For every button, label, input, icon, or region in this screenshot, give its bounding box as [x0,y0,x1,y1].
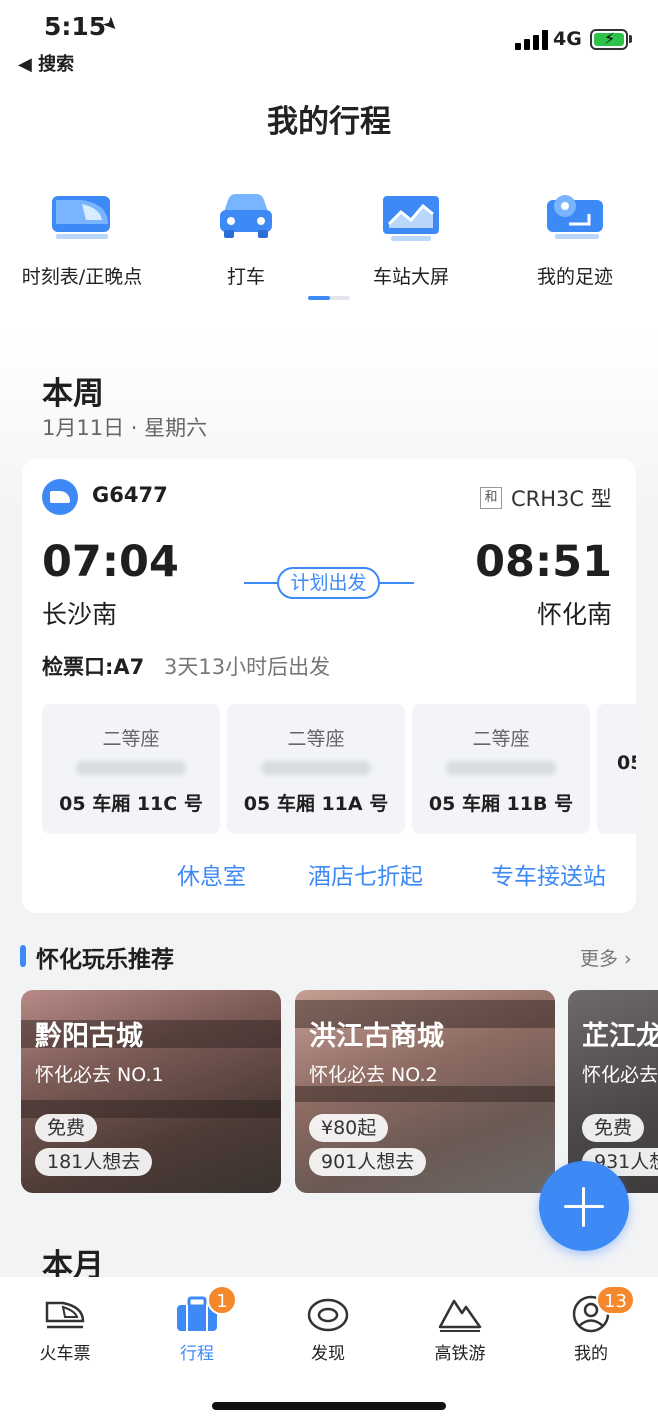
lounge-link[interactable]: 休息室 [177,857,246,891]
seat-position: 05 车厢 11C 号 [59,793,203,815]
quick-entry-station-screen[interactable]: 车站大屏 [331,190,491,289]
place-card[interactable]: 洪江古商城 怀化必去 NO.2 ¥80起 901人想去 [295,990,555,1193]
quick-entry-taxi[interactable]: 打车 [166,190,326,289]
trip-card[interactable]: G6477 和 CRH3C 型 07:04 08:51 计划出发 长沙南 怀化南… [22,459,636,913]
seat-class: 二等座 [472,728,530,750]
trip-status-badge: 计划出发 [277,567,380,599]
page-title: 我的行程 [267,104,391,140]
trip-date: 1月11日 · 星期六 [42,416,208,440]
seat-card[interactable]: 二等座 05 车厢 11B 号 [412,704,590,834]
train-ticket-icon [43,1295,87,1333]
place-want-count: 901人想去 [309,1148,427,1176]
quick-entries: 时刻表/正晚点 打车 车站大屏 我的足迹 [0,190,658,290]
train-type-badge: 和 [480,487,502,509]
section-marker [20,945,26,967]
ticket-gate: 检票口:A7 [42,655,145,679]
place-price: 免费 [582,1114,645,1142]
passenger-name-redacted [446,761,556,775]
seat-position: 05 车厢 11B 号 [428,793,574,815]
seat-card[interactable]: 二等座 05 车厢 11C 号 [42,704,220,834]
tab-label: 高铁游 [434,1344,486,1364]
train-number: G6477 [92,483,168,507]
roof-decoration [295,1086,555,1102]
quick-entry-timetable[interactable]: 时刻表/正晚点 [2,190,162,289]
quick-entry-label: 时刻表/正晚点 [21,266,143,288]
quick-entry-footprint[interactable]: 我的足迹 [495,190,655,289]
seat-position: 05 [617,752,636,774]
place-rank: 怀化必去 NO.1 [35,1064,164,1086]
seat-position: 05 车厢 11A 号 [243,793,389,815]
quick-entry-label: 我的足迹 [536,266,613,288]
trip-service-links: 休息室 酒店七折起 专车接送站 [22,857,636,890]
place-price: ¥80起 [309,1114,389,1142]
quick-entry-label: 打车 [226,266,265,288]
departure-countdown: 3天13小时后出发 [164,655,331,679]
notification-badge: 1 [207,1285,237,1315]
passenger-name-redacted [261,761,371,775]
arrival-station: 怀化南 [536,600,612,629]
eye-icon [306,1295,350,1333]
tab-itinerary[interactable]: 行程 1 [142,1285,252,1364]
car-transfer-link[interactable]: 专车接送站 [491,857,606,891]
notification-badge: 13 [596,1285,635,1315]
recommend-more-link[interactable]: 更多 › [580,944,632,971]
seat-card[interactable]: 05 [597,704,636,834]
tab-label: 发现 [311,1344,345,1364]
place-name: 芷江龙 [582,1021,658,1052]
chevron-right-icon: › [618,948,632,970]
tab-rail-travel[interactable]: 高铁游 [405,1295,515,1364]
place-rank: 怀化必去 [582,1064,658,1086]
more-label: 更多 [580,948,619,970]
passenger-name-redacted [76,761,186,775]
train-type: CRH3C 型 [511,487,612,511]
seat-list[interactable]: 二等座 05 车厢 11C 号 二等座 05 车厢 11A 号 二等座 05 车… [42,704,636,834]
tab-profile[interactable]: 我的 13 [536,1285,646,1364]
back-to-search-button[interactable]: ◀ 搜索 [18,50,74,76]
train-icon [52,190,112,244]
place-rank: 怀化必去 NO.2 [309,1064,438,1086]
train-logo-icon [42,479,78,515]
seat-class: 二等座 [102,728,160,750]
tab-label: 我的 [574,1344,608,1364]
screen-icon [381,190,441,244]
tab-discover[interactable]: 发现 [273,1295,383,1364]
signal-icon [515,30,549,50]
departure-time: 07:04 [42,537,179,587]
arrival-time: 08:51 [475,537,612,587]
network-type: 4G [553,28,582,50]
tab-label: 火车票 [39,1344,91,1364]
place-name: 黔阳古城 [35,1021,143,1052]
section-title-week: 本周 [42,376,104,412]
place-price: 免费 [35,1114,98,1142]
hotel-discount-link[interactable]: 酒店七折起 [308,857,423,891]
footprint-icon [545,190,605,244]
place-want-count: 181人想去 [35,1148,153,1176]
seat-class: 二等座 [287,728,345,750]
place-card[interactable]: 黔阳古城 怀化必去 NO.1 免费 181人想去 [21,990,281,1193]
mountain-icon [438,1295,482,1333]
page-indicator [308,296,350,300]
battery-icon: ⚡ [590,29,628,50]
car-icon [216,190,276,244]
tab-label: 行程 [180,1344,214,1364]
departure-station: 长沙南 [42,600,118,629]
tab-train-ticket[interactable]: 火车票 [10,1295,120,1364]
battery-cap [629,35,632,43]
home-indicator [212,1402,446,1410]
recommend-title: 怀化玩乐推荐 [36,947,174,973]
place-name: 洪江古商城 [309,1021,444,1052]
add-trip-button[interactable] [539,1161,629,1251]
quick-entry-label: 车站大屏 [372,266,449,288]
seat-card[interactable]: 二等座 05 车厢 11A 号 [227,704,405,834]
